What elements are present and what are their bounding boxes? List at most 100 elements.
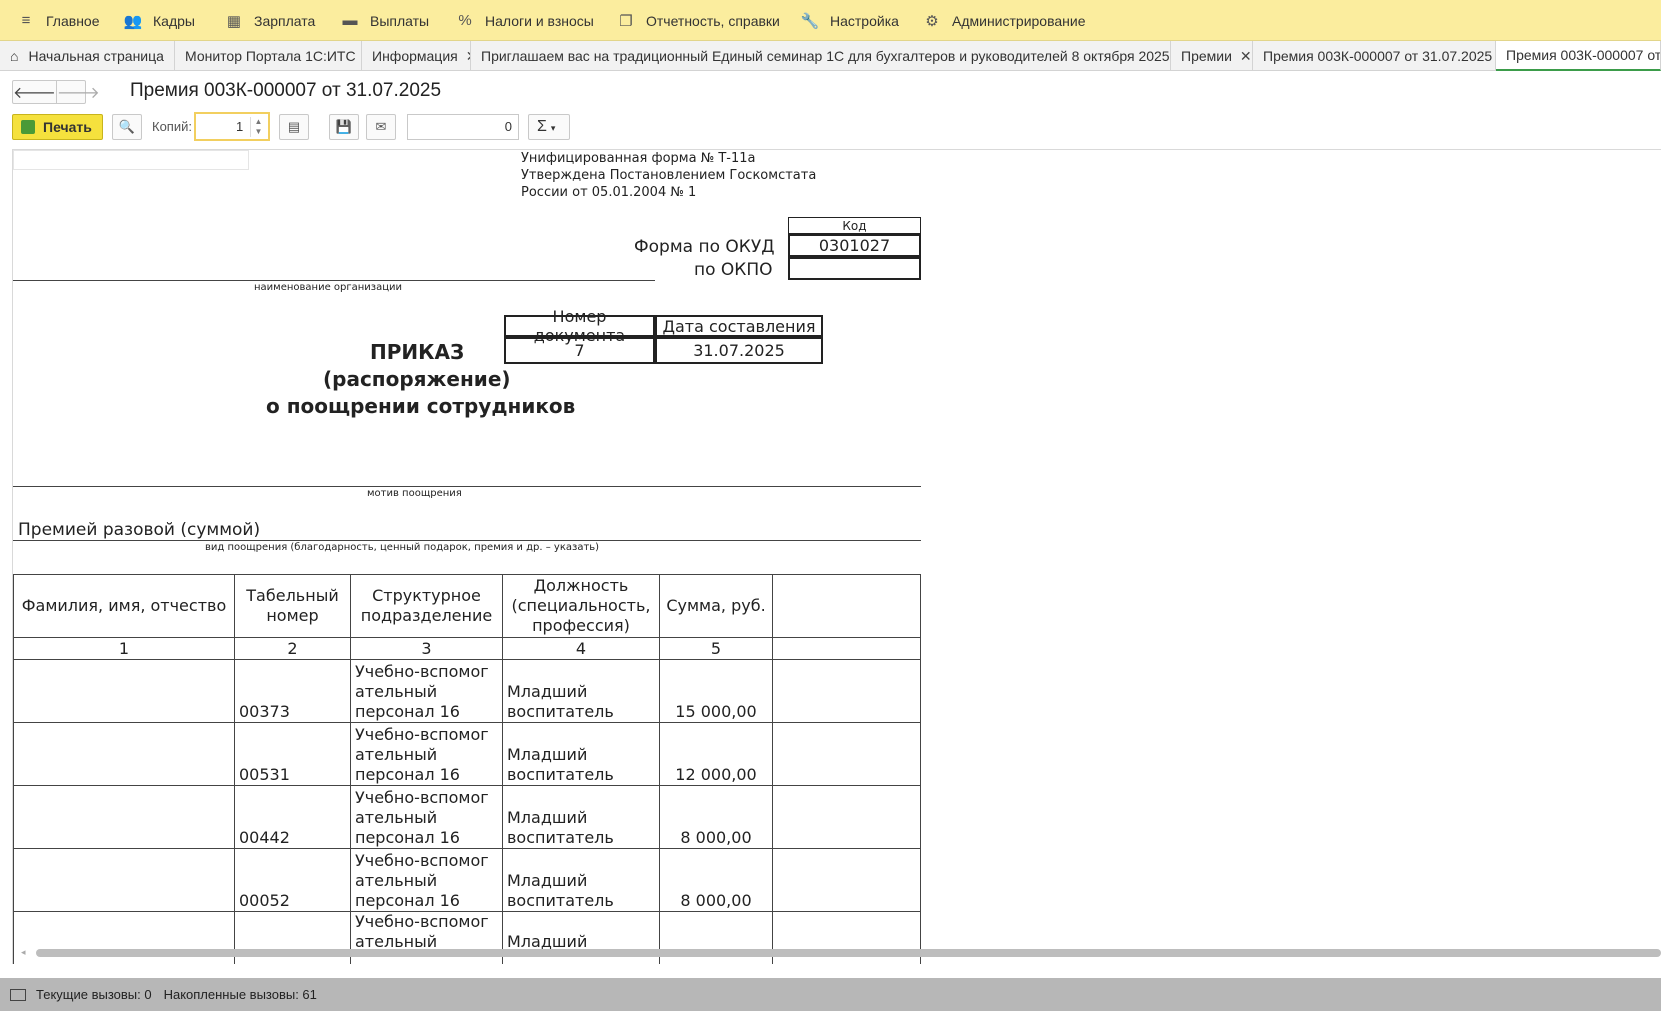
cell-extra [772, 848, 921, 912]
reward-line [13, 540, 921, 541]
status-bar: Текущие вызовы: 0 Накопленные вызовы: 61 [0, 978, 1661, 1011]
tab-bonus-print[interactable]: Премия 003К-000007 от 31.07.2025 [1496, 41, 1661, 71]
chevron-down-icon: ▾ [550, 123, 556, 133]
current-calls: Текущие вызовы: 0 [36, 987, 152, 1002]
print-button[interactable]: Печать [12, 114, 103, 140]
sum-mode-button[interactable]: Σ ▾ [528, 114, 570, 140]
accumulated-calls: Накопленные вызовы: 61 [163, 987, 317, 1002]
edit-toggle-button[interactable]: ▤ [279, 114, 309, 140]
reward-caption: вид поощрения (благодарность, ценный под… [205, 542, 600, 553]
col-number: 4 [502, 637, 660, 660]
copies-stepper[interactable]: ▲ ▼ [250, 117, 266, 137]
tab-bonuses[interactable]: Премии ✕ [1171, 41, 1253, 71]
selected-cell[interactable] [13, 150, 249, 170]
tab-bonus-doc[interactable]: Премия 003К-000007 от 31.07.2025✕ [1253, 41, 1496, 71]
col-number: 1 [13, 637, 235, 660]
order-subtitle: (распоряжение) [323, 367, 511, 391]
cell-sum: 8 000,00 [659, 848, 773, 912]
horizontal-scrollbar[interactable] [36, 949, 1661, 957]
envelope-icon: ✉ [375, 119, 387, 134]
motive-line [13, 486, 921, 487]
menu-item-reports[interactable]: ❐ Отчетность, справки [616, 0, 780, 41]
cell-name [13, 848, 235, 912]
preview-button[interactable]: 🔍 [112, 114, 142, 140]
forward-arrow-icon[interactable]: 🡒 [55, 81, 100, 103]
cell-tabnum: 00531 [234, 722, 351, 786]
tab-information[interactable]: Информация✕ [362, 41, 471, 71]
close-icon[interactable]: ✕ [1240, 48, 1252, 65]
menu-item-main[interactable]: ≡ Главное [16, 0, 100, 41]
tab-seminar[interactable]: Приглашаем вас на традиционный Единый се… [471, 41, 1171, 71]
cell-tabnum: 00373 [234, 659, 351, 723]
docnum-value: 7 [504, 337, 655, 364]
employees-table: Фамилия, имя, отчество Табельный номер С… [13, 574, 921, 964]
unified-form-line2: Утверждена Постановлением Госкомстата [521, 168, 817, 183]
cell-extra [772, 659, 921, 723]
order-title: ПРИКАЗ [370, 340, 465, 364]
scroll-left-icon[interactable]: ◂ [21, 947, 26, 958]
send-email-button[interactable]: ✉ [366, 114, 396, 140]
wallet-icon: ▬ [342, 12, 358, 29]
tab-its-monitor[interactable]: Монитор Портала 1С:ИТС✕ [175, 41, 362, 71]
printer-icon [21, 120, 35, 134]
org-name-caption: наименование организации [254, 282, 403, 293]
wrench-icon: 🔧 [800, 12, 820, 30]
cell-name [13, 659, 235, 723]
table-row[interactable]: 00373 Учебно-вспомог ательный персонал 1… [13, 659, 921, 723]
cell-name [13, 722, 235, 786]
save-button[interactable]: 💾 [329, 114, 359, 140]
cell-tabnum: 00052 [234, 848, 351, 912]
org-name-line [13, 280, 655, 281]
menu-item-salary[interactable]: ▦ Зарплата [224, 0, 315, 41]
edit-table-icon: ▤ [287, 119, 301, 134]
cell-sum: 15 000,00 [659, 659, 773, 723]
spreadsheet-document[interactable]: Унифицированная форма № Т-11а Утверждена… [12, 149, 1661, 964]
okpo-label: по ОКПО [694, 260, 773, 280]
floppy-icon: 💾 [335, 119, 353, 134]
preview-icon: 🔍 [118, 119, 136, 134]
back-arrow-icon[interactable]: 🡐 [13, 81, 56, 103]
col-number: 3 [350, 637, 503, 660]
cell-position: Младший воспитатель [502, 848, 660, 912]
copies-label: Копий: [152, 119, 192, 134]
cell-dept: Учебно-вспомог ательный персонал 16 [350, 722, 503, 786]
motive-caption: мотив поощрения [367, 488, 462, 499]
docnum-header: Номер документа [504, 307, 655, 345]
col-header-dept: Структурное подразделение [350, 574, 503, 638]
col-number: 5 [659, 637, 773, 660]
hamburger-icon: ≡ [21, 12, 31, 29]
order-topic: о поощрении сотрудников [266, 394, 576, 418]
table-numbers-row: 1 2 3 4 5 [13, 637, 921, 660]
page-title: Премия 003К-000007 от 31.07.2025 [130, 80, 442, 101]
docdate-header: Дата составления [655, 315, 823, 337]
menu-item-taxes[interactable]: % Налоги и взносы [455, 0, 594, 41]
col-number [772, 637, 921, 660]
cell-name [13, 785, 235, 849]
menu-item-hr[interactable]: 👥 Кадры [123, 0, 195, 41]
docdate-value: 31.07.2025 [655, 337, 823, 364]
table-row[interactable]: 00442 Учебно-вспомог ательный персонал 1… [13, 785, 921, 849]
copies-input[interactable]: 1 ▲ ▼ [194, 112, 270, 141]
unified-form-line3: России от 05.01.2004 № 1 [521, 185, 697, 200]
windows-icon[interactable] [10, 988, 26, 1001]
history-nav: 🡐 🡒 [12, 80, 100, 104]
cell-extra [772, 722, 921, 786]
cell-sum: 12 000,00 [659, 722, 773, 786]
tab-home[interactable]: ⌂ Начальная страница [0, 41, 175, 71]
cell-dept: Учебно-вспомог ательный персонал 16 [350, 848, 503, 912]
cell-position: Младший воспитатель [502, 722, 660, 786]
col-number: 2 [234, 637, 351, 660]
menu-item-admin[interactable]: ⚙ Администрирование [922, 0, 1085, 41]
table-row[interactable]: 00531 Учебно-вспомог ательный персонал 1… [13, 722, 921, 786]
table-row[interactable]: 00052 Учебно-вспомог ательный персонал 1… [13, 848, 921, 912]
cell-position: Младший воспитатель [502, 785, 660, 849]
okpo-value [788, 257, 921, 280]
menu-item-settings[interactable]: 🔧 Настройка [800, 0, 899, 41]
okud-value: 0301027 [788, 234, 921, 257]
main-menu-bar: ≡ Главное 👥 Кадры ▦ Зарплата ▬ Выплаты % Нало… [0, 0, 1661, 41]
col-header-fio: Фамилия, имя, отчество [13, 574, 235, 638]
menu-item-payments[interactable]: ▬ Выплаты [340, 0, 430, 41]
cell-dept: Учебно-вспомог ательный персонал 16 [350, 785, 503, 849]
documents-icon: ❐ [619, 12, 633, 30]
col-header-extra [772, 574, 921, 638]
